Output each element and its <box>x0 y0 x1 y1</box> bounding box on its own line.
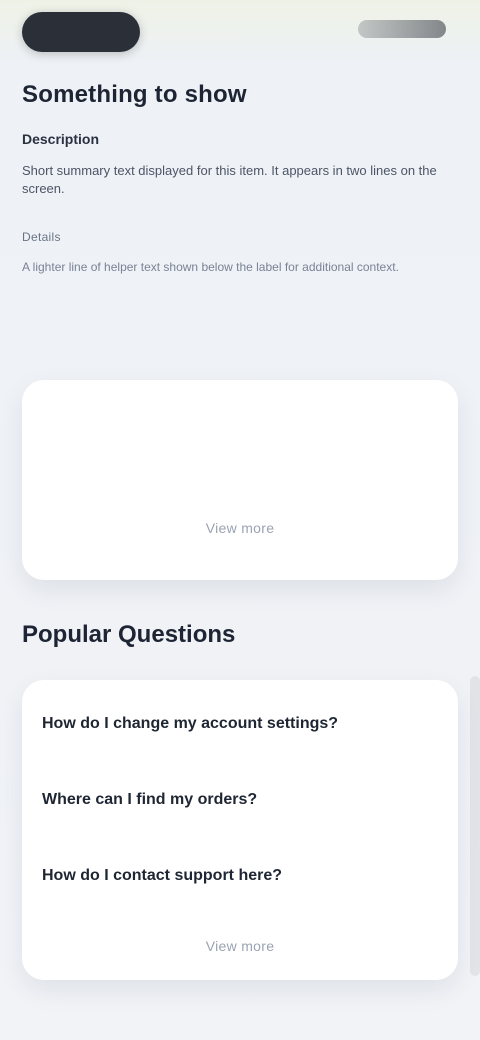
status-indicators <box>358 20 446 38</box>
top-pill-button[interactable] <box>22 12 140 52</box>
meta-label: Details <box>22 230 61 244</box>
card-cta-link[interactable]: View more <box>206 520 275 536</box>
questions-card: How do I change my account settings? Whe… <box>22 680 458 980</box>
info-section: Something to show Description Short summ… <box>22 80 458 276</box>
section-subtitle: Description <box>22 131 100 147</box>
meta-description: A lighter line of helper text shown belo… <box>22 260 399 274</box>
question-item[interactable]: How do I contact support here? <box>42 856 438 896</box>
question-item[interactable]: Where can I find my orders? <box>42 780 438 820</box>
questions-title: Popular Questions <box>22 621 236 648</box>
screen: Something to show Description Short summ… <box>0 0 480 1040</box>
questions-cta-link[interactable]: View more <box>206 938 275 954</box>
scrollbar[interactable] <box>470 676 480 976</box>
section-title: Something to show <box>22 81 247 108</box>
question-item[interactable]: How do I change my account settings? <box>42 704 438 744</box>
section-description: Short summary text displayed for this it… <box>22 163 437 196</box>
content-card: View more <box>22 380 458 580</box>
